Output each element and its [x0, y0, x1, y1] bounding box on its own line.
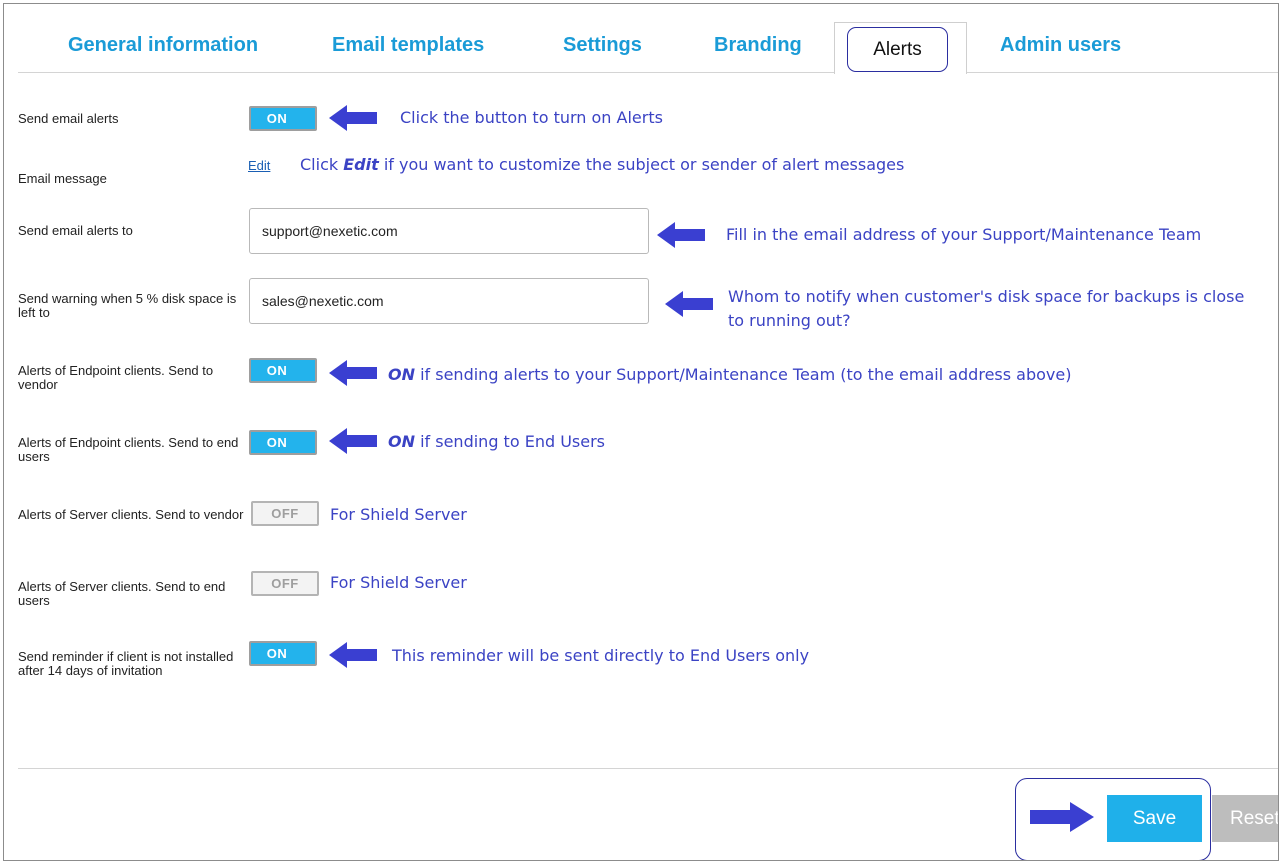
send-email-alerts-toggle[interactable]: ON [249, 106, 317, 131]
tab-bar: General information Email templates Sett… [18, 4, 1278, 74]
server-vendor-label: Alerts of Server clients. Send to vendor [18, 507, 244, 522]
endpoint-users-label: Alerts of Endpoint clients. Send to end … [18, 435, 239, 464]
vendor-annotation-text: if sending alerts to your Support/Mainte… [415, 365, 1072, 384]
edit-annotation: Click Edit if you want to customize the … [300, 155, 904, 174]
send-email-alerts-label: Send email alerts [18, 111, 119, 126]
edit-annotation-word: Edit [343, 155, 379, 174]
reset-button[interactable]: Reset [1212, 795, 1278, 842]
send-alerts-to-input[interactable] [249, 208, 649, 254]
arrow-left-icon [329, 642, 377, 668]
toggle-state: ON [266, 646, 288, 661]
reminder-toggle[interactable]: ON [249, 641, 317, 666]
whom-annotation-line1: Whom to notify when customer's disk spac… [728, 287, 1245, 306]
users-annotation-on: ON [388, 432, 415, 451]
endpoint-vendor-toggle[interactable]: ON [249, 358, 317, 383]
users-annotation: ON if sending to End Users [388, 432, 605, 451]
server-users-label: Alerts of Server clients. Send to end us… [18, 579, 226, 608]
tab-settings[interactable]: Settings [563, 34, 642, 57]
tab-alerts[interactable]: Alerts [847, 27, 948, 72]
server-vendor-toggle[interactable]: OFF [251, 501, 319, 526]
endpoint-users-toggle[interactable]: ON [249, 430, 317, 455]
arrow-left-icon [665, 291, 713, 317]
tab-email-templates[interactable]: Email templates [332, 34, 484, 57]
tab-branding[interactable]: Branding [714, 34, 802, 57]
whom-annotation-line2: to running out? [728, 311, 851, 330]
edit-email-message-link[interactable]: Edit [248, 158, 270, 173]
arrow-left-icon [329, 105, 377, 131]
reminder-label: Send reminder if client is not installed… [18, 649, 234, 678]
tab-general-information[interactable]: General information [68, 34, 258, 57]
arrow-left-icon [657, 222, 705, 248]
vendor-annotation: ON if sending alerts to your Support/Mai… [388, 365, 1071, 384]
disk-warning-label: Send warning when 5 % disk space is left… [18, 291, 237, 320]
edit-annotation-prefix: Click [300, 155, 344, 174]
tab-alerts-container: Alerts [834, 22, 967, 74]
arrow-left-icon [329, 428, 377, 454]
alerts-settings-panel: General information Email templates Sett… [3, 3, 1279, 861]
save-button[interactable]: Save [1107, 795, 1202, 842]
turn-on-annotation: Click the button to turn on Alerts [400, 108, 663, 127]
users-annotation-text: if sending to End Users [415, 432, 605, 451]
shield-server-annotation-1: For Shield Server [330, 505, 467, 524]
disk-warning-input[interactable] [249, 278, 649, 324]
toggle-state: OFF [271, 506, 299, 521]
vendor-annotation-on: ON [388, 365, 415, 384]
toggle-state: ON [266, 363, 288, 378]
fill-email-annotation: Fill in the email address of your Suppor… [726, 225, 1202, 244]
email-message-label: Email message [18, 171, 107, 186]
endpoint-vendor-label: Alerts of Endpoint clients. Send to vend… [18, 363, 214, 392]
arrow-left-icon [329, 360, 377, 386]
toggle-state: OFF [271, 576, 299, 591]
footer-divider [18, 768, 1278, 769]
toggle-state: ON [266, 435, 288, 450]
shield-server-annotation-2: For Shield Server [330, 573, 467, 592]
server-users-toggle[interactable]: OFF [251, 571, 319, 596]
tab-admin-users[interactable]: Admin users [1000, 34, 1121, 57]
send-alerts-to-label: Send email alerts to [18, 223, 133, 238]
reminder-annotation: This reminder will be sent directly to E… [392, 646, 810, 665]
arrow-right-icon [1030, 802, 1094, 832]
toggle-state: ON [266, 111, 288, 126]
edit-annotation-suffix: if you want to customize the subject or … [378, 155, 905, 174]
